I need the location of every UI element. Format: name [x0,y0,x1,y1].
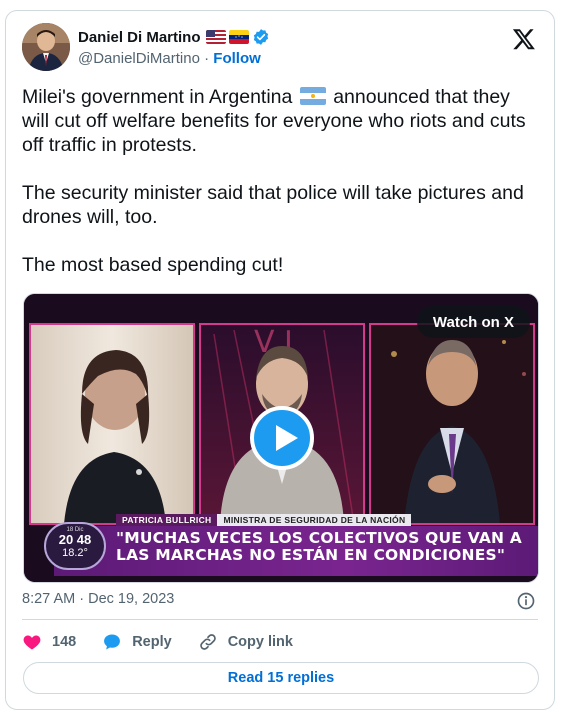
play-button[interactable] [250,406,314,470]
tv-headline: "MUCHAS VECES LOS COLECTIVOS QUE VAN A L… [116,529,522,564]
clock-temperature: 18.2° [62,547,88,559]
headline-band: "MUCHAS VECES LOS COLECTIVOS QUE VAN A L… [54,526,538,576]
read-replies-button[interactable]: Read 15 replies [23,662,539,694]
link-icon [199,634,216,650]
tweet-text: Milei's government in Argentina announce… [22,85,542,277]
argentina-flag-icon [299,87,326,105]
tweet-line1-start: Milei's government in Argentina [22,86,298,108]
handle-row: @DanielDiMartino · Follow [78,50,270,67]
tv-clock: 18 Dic 20 48 18.2° [44,522,106,570]
action-bar: 148 Reply Copy link [22,629,319,655]
tweet-card: Daniel Di Martino @DanielDiMartino · Fol… [5,10,555,710]
venezuela-flag-icon [228,30,249,44]
author-handle[interactable]: @DanielDiMartino [78,50,200,67]
timestamp-separator: · [79,591,89,607]
author-name[interactable]: Daniel Di Martino [78,29,201,46]
tv-lower-third: PATRICIA BULLRICH MINISTRA DE SEGURIDAD … [24,514,538,582]
tweet-time: 8:27 AM [22,591,76,607]
author-avatar[interactable] [22,23,70,71]
video-player[interactable]: V J Watch on X PATRICIA BULLRICH MINISTR… [23,293,539,583]
follow-button[interactable]: Follow [213,50,261,67]
speaker-role: MINISTRA DE SEGURIDAD DE LA NACIÓN [217,514,412,526]
tweet-paragraph-2: The security minister said that police w… [22,182,530,228]
watch-on-x-button[interactable]: Watch on X [416,306,530,338]
divider [22,619,538,620]
tweet-timestamp[interactable]: 8:27 AM · Dec 19, 2023 [22,591,174,607]
speaker-name: PATRICIA BULLRICH [116,514,218,526]
copy-link-button[interactable]: Copy link [198,632,293,652]
like-button[interactable]: 148 [22,632,76,652]
handle-separator: · [204,50,214,67]
reply-button[interactable]: Reply [102,632,172,652]
clock-time: 20 48 [58,532,92,547]
tweet-header: Daniel Di Martino @DanielDiMartino · Fol… [22,23,538,75]
reply-bubble-icon [104,634,121,650]
copy-link-label: Copy link [227,634,293,650]
author-info: Daniel Di Martino @DanielDiMartino · Fol… [78,27,270,67]
heart-icon [23,635,41,650]
us-flag-icon [205,30,226,44]
info-icon[interactable] [516,591,536,611]
speaker-strip: PATRICIA BULLRICH MINISTRA DE SEGURIDAD … [116,514,412,526]
reply-label: Reply [132,634,172,650]
verified-badge-icon [252,28,270,46]
tweet-date: Dec 19, 2023 [88,591,175,607]
name-row: Daniel Di Martino [78,27,270,47]
like-count: 148 [52,634,77,650]
tweet-paragraph-3: The most based spending cut! [22,254,284,276]
x-logo-icon[interactable] [512,27,536,51]
